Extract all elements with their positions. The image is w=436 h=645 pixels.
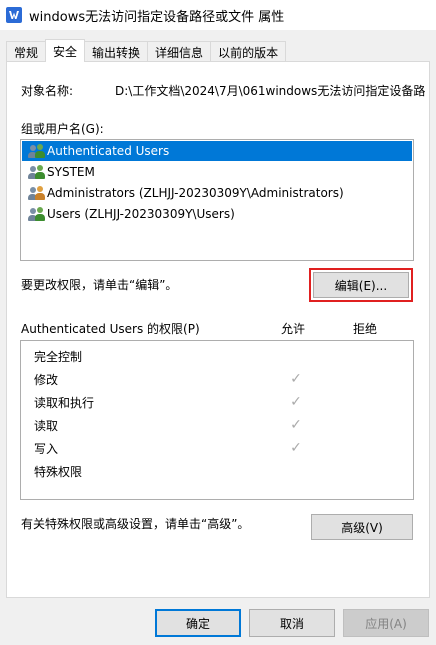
tab-strip: 常规 安全 输出转换 详细信息 以前的版本 [6, 39, 287, 62]
object-name-value[interactable]: D:\工作文档\2024\7月\061windows无法访问指定设备路 [115, 82, 425, 99]
deny-column-label: 拒绝 [353, 322, 378, 336]
edit-button[interactable]: 编辑(E)... [313, 272, 409, 298]
group-user-label: 组或用户名(G): [21, 122, 104, 136]
user-item-label: Administrators (ZLHJJ-20230309Y\Administ… [47, 186, 344, 200]
permissions-list[interactable]: 完全控制 修改 ✓ 读取和执行 ✓ 读取 ✓ 写入 ✓ 特殊权限 [20, 340, 414, 500]
allow-check-icon: ✓ [290, 417, 302, 433]
cancel-button[interactable]: 取消 [249, 609, 335, 637]
tab-security[interactable]: 安全 [45, 39, 86, 62]
user-item-label: Users (ZLHJJ-20230309Y\Users) [47, 207, 235, 221]
user-item-system[interactable]: SYSTEM [22, 162, 95, 182]
tab-output-conversion[interactable]: 输出转换 [84, 41, 149, 62]
tab-general[interactable]: 常规 [6, 41, 47, 62]
perm-full-control: 完全控制 [34, 349, 83, 364]
apply-button[interactable]: 应用(A) [343, 609, 429, 637]
perm-special: 特殊权限 [34, 464, 83, 479]
allow-check-icon: ✓ [290, 394, 302, 410]
tab-previous-versions[interactable]: 以前的版本 [210, 41, 287, 62]
permissions-header: Authenticated Users 的权限(P) [21, 322, 200, 336]
advanced-button[interactable]: 高级(V) [311, 514, 413, 540]
users-icon [28, 206, 45, 222]
tab-details[interactable]: 详细信息 [147, 41, 212, 62]
perm-write: 写入 [34, 441, 59, 456]
perm-read: 读取 [34, 418, 59, 433]
user-item-label: SYSTEM [47, 165, 95, 179]
change-permissions-note: 要更改权限，请单击“编辑”。 [21, 278, 178, 292]
perm-read-execute: 读取和执行 [34, 395, 95, 410]
title-bar: windows无法访问指定设备路径或文件 属性 [0, 0, 436, 30]
security-panel: 对象名称: D:\工作文档\2024\7月\061windows无法访问指定设备… [6, 61, 430, 598]
user-item-users[interactable]: Users (ZLHJJ-20230309Y\Users) [22, 204, 235, 224]
users-icon [28, 143, 45, 159]
window-title: windows无法访问指定设备路径或文件 属性 [29, 9, 285, 25]
object-name-label: 对象名称: [21, 84, 74, 98]
user-item-authenticated-users[interactable]: Authenticated Users [22, 141, 412, 161]
user-list[interactable]: Authenticated Users SYSTEM Administrator… [20, 139, 414, 261]
user-item-administrators[interactable]: Administrators (ZLHJJ-20230309Y\Administ… [22, 183, 344, 203]
allow-column-label: 允许 [281, 322, 306, 336]
user-item-label: Authenticated Users [47, 144, 170, 158]
word-doc-icon [6, 7, 22, 23]
ok-button[interactable]: 确定 [155, 609, 241, 637]
advanced-note: 有关特殊权限或高级设置，请单击“高级”。 [21, 517, 250, 531]
users-icon [28, 185, 45, 201]
allow-check-icon: ✓ [290, 371, 302, 387]
allow-check-icon: ✓ [290, 440, 302, 456]
perm-modify: 修改 [34, 372, 59, 387]
users-icon [28, 164, 45, 180]
